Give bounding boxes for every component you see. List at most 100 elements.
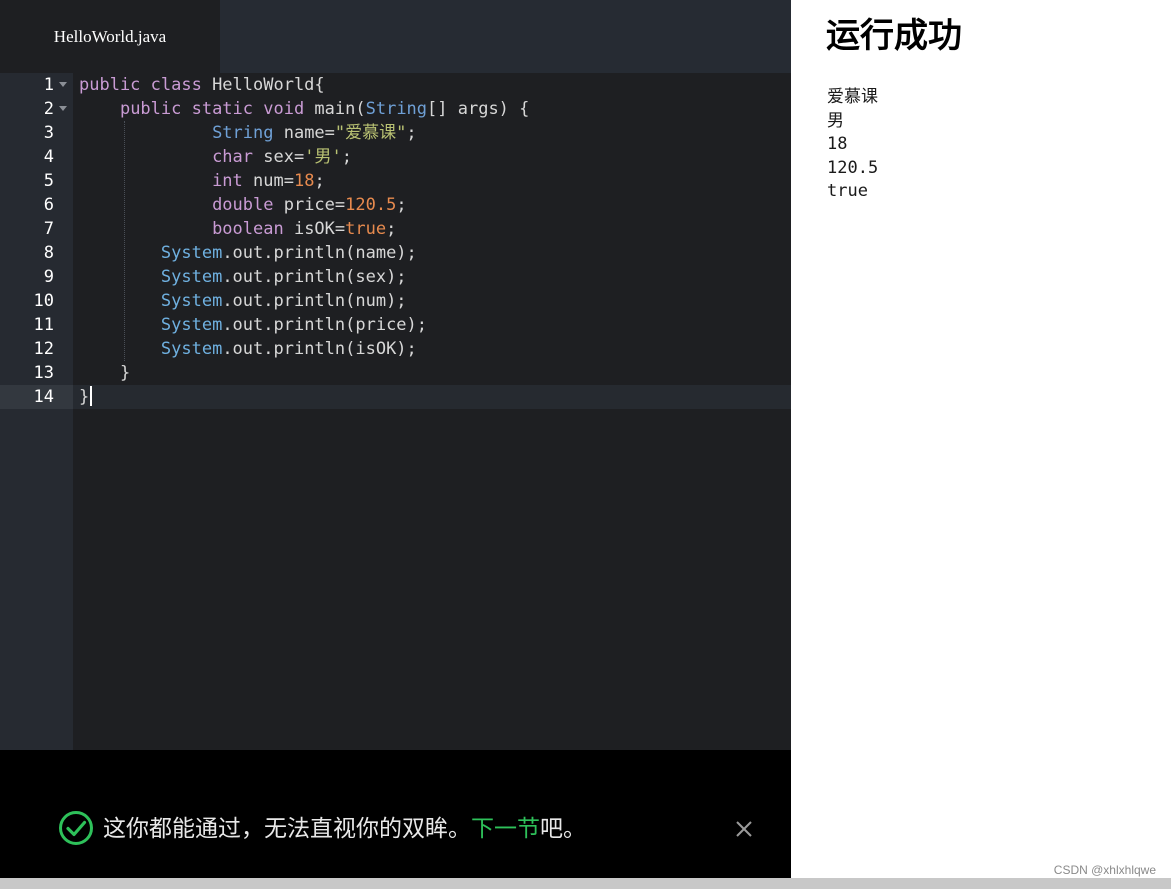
line-number: 11: [33, 315, 54, 335]
number-literal: 18: [293, 171, 315, 191]
gutter-row: 1: [0, 73, 73, 97]
success-notification: 这你都能通过，无法直视你的双眸。下一节吧。: [0, 750, 791, 878]
output-line: true: [827, 181, 868, 201]
code-line-8: System.out.println(name);: [79, 241, 417, 265]
gutter-row-active: 14: [0, 385, 73, 409]
code-text: ;: [406, 123, 417, 143]
gutter-row: 2: [0, 97, 73, 121]
run-status-title: 运行成功: [826, 16, 962, 56]
keyword: double: [212, 195, 274, 215]
code-line-12: System.out.println(isOK);: [79, 337, 417, 361]
line-number: 6: [43, 195, 54, 215]
gutter-row: 4: [0, 145, 73, 169]
code-line-14: }: [73, 385, 791, 409]
output-panel: 运行成功 爱慕课 男 18 120.5 true: [791, 0, 1171, 878]
code-line-6: double price=120.5;: [79, 193, 407, 217]
tab-bar: HelloWorld.java: [0, 0, 791, 73]
tab-helloworld-java[interactable]: HelloWorld.java: [0, 0, 220, 73]
code-text: }: [79, 387, 90, 407]
code-line-3: String name="爱慕课";: [79, 121, 417, 145]
class-reference: System: [160, 339, 223, 359]
line-number-gutter: 1 2 3 4 5 6 7 8 9 10 11 12 13 14: [0, 73, 73, 750]
code-text: ;: [386, 219, 397, 239]
code-line-2: public static void main(String[] args) {: [79, 97, 529, 121]
line-number: 13: [33, 363, 54, 383]
console-output: 爱慕课 男 18 120.5 true: [827, 86, 878, 204]
code-line-7: boolean isOK=true;: [79, 217, 396, 241]
number-literal: 120.5: [345, 195, 397, 215]
line-number: 3: [43, 123, 54, 143]
check-circle-icon: [59, 811, 93, 845]
code-text: .out.println(name);: [222, 243, 417, 263]
code-editor[interactable]: HelloWorld.java 1 2 3 4 5 6 7 8 9 10 11 …: [0, 0, 791, 750]
keyword: public class: [79, 75, 213, 95]
code-text: [] args) {: [427, 99, 530, 119]
gutter-row: 3: [0, 121, 73, 145]
watermark: CSDN @xhlxhlqwe: [1053, 863, 1156, 877]
gutter-row: 13: [0, 361, 73, 385]
code-text: ;: [314, 171, 325, 191]
gutter-row: 9: [0, 265, 73, 289]
output-line: 男: [827, 110, 844, 131]
message-text: 这你都能通过，无法直视你的双眸。: [103, 816, 471, 842]
line-number: 12: [33, 339, 54, 359]
line-number: 5: [43, 171, 54, 191]
code-line-10: System.out.println(num);: [79, 289, 407, 313]
code-text: sex=: [253, 147, 305, 167]
class-reference: System: [160, 291, 223, 311]
code-text: isOK=: [283, 219, 346, 239]
code-line-4: char sex='男';: [79, 145, 352, 169]
output-line: 爱慕课: [827, 87, 878, 107]
type-name: String: [212, 123, 274, 143]
string-literal: "爱慕课": [334, 123, 407, 143]
keyword: public static void: [119, 99, 315, 119]
code-line-9: System.out.println(sex);: [79, 265, 407, 289]
line-number: 8: [43, 243, 54, 263]
boolean-literal: true: [345, 219, 387, 239]
class-reference: System: [160, 267, 223, 287]
fold-arrow-icon[interactable]: [59, 82, 67, 87]
char-literal: '男': [304, 147, 342, 167]
class-reference: System: [160, 243, 223, 263]
type-name: String: [365, 99, 428, 119]
output-line: 120.5: [827, 157, 879, 178]
close-icon[interactable]: [732, 817, 756, 841]
gutter-row: 7: [0, 217, 73, 241]
line-number: 10: [33, 291, 54, 311]
line-number: 1: [43, 75, 54, 95]
code-text: .out.println(num);: [222, 291, 407, 311]
code-text: .out.println(isOK);: [222, 339, 417, 359]
next-section-link[interactable]: 下一节: [471, 816, 540, 842]
code-text: .out.println(price);: [222, 315, 428, 335]
gutter-row: 11: [0, 313, 73, 337]
output-line: 18: [827, 134, 848, 154]
line-number: 7: [43, 219, 54, 239]
line-number: 2: [43, 99, 54, 119]
code-text: }: [119, 363, 131, 383]
line-number: 4: [43, 147, 54, 167]
gutter-row: 12: [0, 337, 73, 361]
keyword: boolean: [212, 219, 284, 239]
gutter-row: 8: [0, 241, 73, 265]
code-text: price=: [273, 195, 346, 215]
line-number: 9: [43, 267, 54, 287]
gutter-row: 6: [0, 193, 73, 217]
keyword: char: [212, 147, 254, 167]
bottom-scrollbar[interactable]: [0, 878, 1171, 889]
code-text: .out.println(sex);: [222, 267, 407, 287]
code-text: ;: [396, 195, 407, 215]
code-line-5: int num=18;: [79, 169, 325, 193]
keyword: int: [212, 171, 243, 191]
code-text: num=: [242, 171, 294, 191]
code-line-1: public class HelloWorld{: [79, 73, 325, 97]
fold-arrow-icon[interactable]: [59, 106, 67, 111]
notification-message: 这你都能通过，无法直视你的双眸。下一节吧。: [103, 813, 586, 845]
text-cursor: [90, 386, 93, 406]
class-name: HelloWorld{: [212, 75, 325, 95]
code-line-13: }: [79, 361, 130, 385]
code-text: ;: [341, 147, 352, 167]
code-line-11: System.out.println(price);: [79, 313, 427, 337]
class-reference: System: [160, 315, 223, 335]
gutter-row: 5: [0, 169, 73, 193]
line-number: 14: [33, 387, 54, 407]
